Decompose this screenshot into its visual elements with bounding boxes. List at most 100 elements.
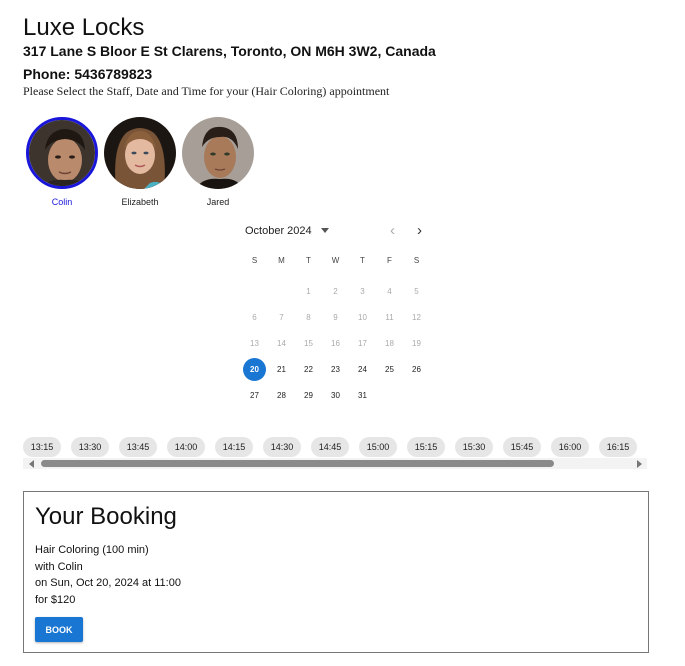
day-cell[interactable]: 23 [322,356,349,382]
day-number: 21 [277,364,286,374]
booking-details: Hair Coloring (100 min) with Colin on Su… [35,542,181,608]
time-slot-chip[interactable]: 16:15 [599,437,637,457]
day-number: 23 [331,364,340,374]
day-number: 25 [385,364,394,374]
day-number: 2 [333,286,338,296]
day-cell: 19 [403,330,430,356]
time-slot-chip[interactable]: 14:30 [263,437,301,457]
time-slot-list: 13:15 13:30 13:45 14:00 14:15 14:30 14:45 15:00… [23,437,647,457]
staff-option-colin[interactable]: Colin [23,117,101,207]
weekday-label: F [387,256,392,265]
day-selected[interactable]: 20 [241,356,268,382]
day-cell: 5 [403,278,430,304]
day-cell: 12 [403,304,430,330]
salon-name: Luxe Locks [23,14,145,41]
time-slot-chip[interactable]: 14:45 [311,437,349,457]
day-cell[interactable]: 21 [268,356,295,382]
day-number: 14 [277,338,286,348]
salon-address: 317 Lane S Bloor E St Clarens, Toronto, … [23,43,436,59]
day-blank [241,278,268,304]
day-cell: 10 [349,304,376,330]
day-blank [268,278,295,304]
time-slot-chip[interactable]: 15:15 [407,437,445,457]
day-cell: 9 [322,304,349,330]
time-slot-chip[interactable]: 15:30 [455,437,493,457]
day-number: 4 [387,286,392,296]
day-cell: 13 [241,330,268,356]
day-number: 8 [306,312,311,322]
day-cell[interactable]: 31 [349,382,376,408]
day-cell: 11 [376,304,403,330]
day-cell[interactable]: 29 [295,382,322,408]
day-number: 26 [412,364,421,374]
day-cell: 17 [349,330,376,356]
weekday-label: T [360,256,365,265]
day-number: 11 [385,312,394,322]
day-number: 10 [358,312,367,322]
day-cell: 4 [376,278,403,304]
day-number: 27 [250,390,259,400]
booking-staff: with Colin [35,560,83,573]
day-number: 5 [414,286,419,296]
day-number: 3 [360,286,365,296]
scrollbar-thumb[interactable] [41,460,554,467]
time-slot-chip[interactable]: 16:00 [551,437,589,457]
day-cell: 15 [295,330,322,356]
day-number: 22 [304,364,313,374]
weekday-label: S [413,256,420,265]
day-cell: 8 [295,304,322,330]
day-cell[interactable]: 30 [322,382,349,408]
day-cell: 6 [241,304,268,330]
day-cell: 3 [349,278,376,304]
day-cell[interactable]: 25 [376,356,403,382]
day-number: 13 [250,338,259,348]
day-cell[interactable]: 24 [349,356,376,382]
weekday-label: M [278,256,285,265]
day-cell[interactable]: 22 [295,356,322,382]
staff-name: Colin [51,197,73,207]
weekday-header: SMTWTFS [241,256,430,265]
day-cell: 7 [268,304,295,330]
weekday-label: W [331,256,340,265]
time-slot-chip[interactable]: 15:00 [359,437,397,457]
day-cell[interactable]: 28 [268,382,295,408]
calendar-header: October 2024 ‹ › [241,222,437,242]
staff-option-jared[interactable]: Jared [179,117,257,207]
time-slot-chip[interactable]: 15:45 [503,437,541,457]
weekday-label: S [251,256,258,265]
caret-down-icon[interactable] [321,228,329,233]
day-cell: 14 [268,330,295,356]
booking-summary: Your Booking Hair Coloring (100 min) wit… [23,491,649,653]
staff-option-elizabeth[interactable]: Elizabeth [101,117,179,207]
day-cell[interactable]: 27 [241,382,268,408]
horizontal-scrollbar[interactable] [23,458,647,469]
time-slot-chip[interactable]: 14:00 [167,437,205,457]
time-slot-chip[interactable]: 13:30 [71,437,109,457]
day-cell: 16 [322,330,349,356]
day-number: 18 [385,338,394,348]
day-number: 29 [304,390,313,400]
month-label[interactable]: October 2024 [245,225,312,237]
day-number: 28 [277,390,286,400]
staff-selector: Colin Elizabeth Jared [23,117,257,207]
day-number: 30 [331,390,340,400]
salon-phone: Phone: 5436789823 [23,66,153,82]
staff-name: Jared [206,197,230,207]
day-cell[interactable]: 26 [403,356,430,382]
chevron-left-icon[interactable]: ‹ [390,223,395,238]
day-cell: 18 [376,330,403,356]
time-slot-chip[interactable]: 13:45 [119,437,157,457]
weekday-label: T [306,256,311,265]
chevron-right-icon[interactable]: › [417,223,422,238]
day-cell: 1 [295,278,322,304]
day-cell: 2 [322,278,349,304]
book-button[interactable]: BOOK [35,617,83,642]
avatar [104,117,176,189]
day-number: 24 [358,364,367,374]
scroll-left-icon[interactable] [29,460,34,468]
instructions-text: Please Select the Staff, Date and Time f… [23,84,390,98]
time-slot-chip[interactable]: 14:15 [215,437,253,457]
scroll-right-icon[interactable] [637,460,642,468]
day-number: 7 [279,312,284,322]
time-slot-chip[interactable]: 13:15 [23,437,61,457]
